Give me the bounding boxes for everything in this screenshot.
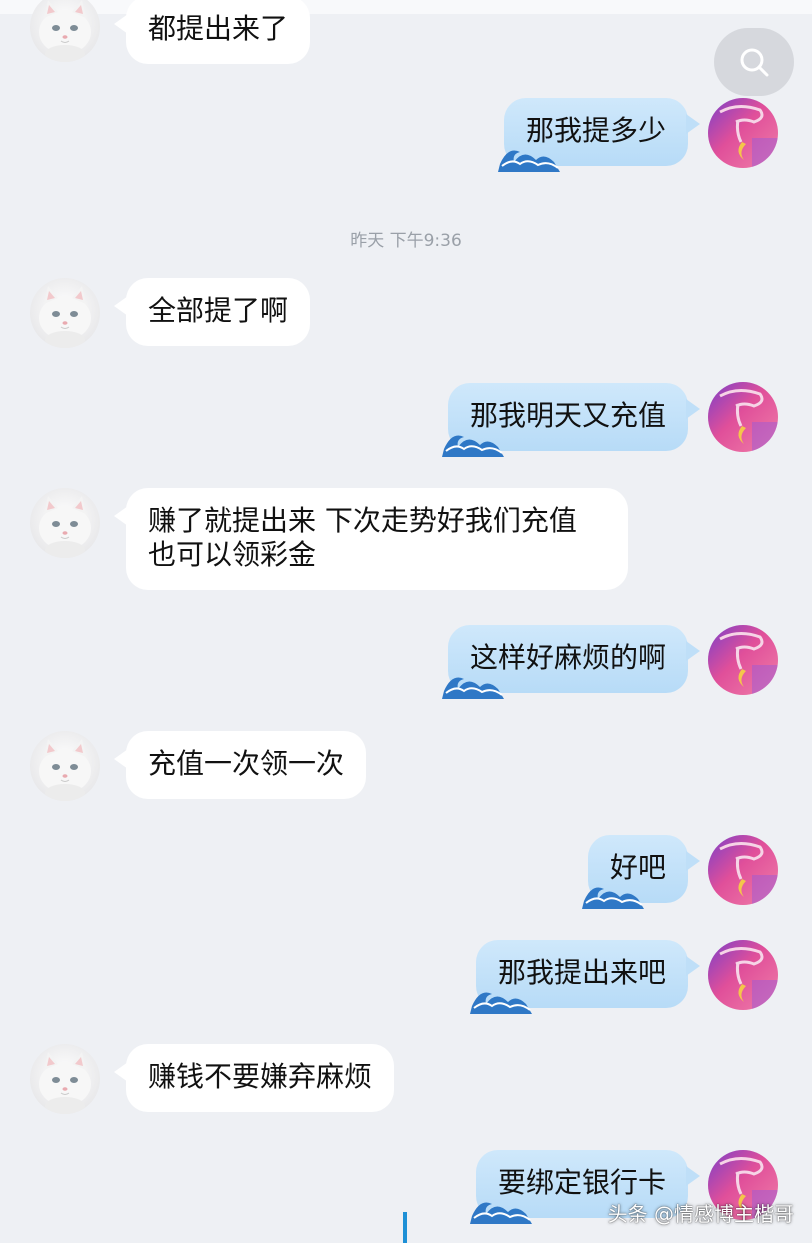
white-cat-avatar-icon: [30, 1044, 100, 1114]
search-button[interactable]: [714, 28, 794, 96]
user-avatar[interactable]: [708, 382, 778, 452]
contact-avatar[interactable]: [30, 0, 100, 62]
user-avatar[interactable]: [708, 940, 778, 1010]
message-text: 那我提出来吧: [497, 956, 666, 989]
white-cat-avatar-icon: [30, 0, 100, 62]
incoming-message-bubble[interactable]: 赚钱不要嫌弃麻烦: [113, 1044, 395, 1112]
pink-moon-hand-avatar-icon: [708, 940, 778, 1010]
message-text: 那我提多少: [525, 114, 666, 147]
pink-moon-hand-avatar-icon: [708, 382, 778, 452]
message-text: 要绑定银行卡: [497, 1166, 666, 1199]
message-text: 那我明天又充值: [469, 399, 666, 432]
outgoing-message-bubble[interactable]: 那我提多少: [497, 98, 701, 172]
input-cursor: [403, 1212, 407, 1243]
watermark: 头条 @情感博主楷哥: [607, 1202, 794, 1226]
outgoing-message-bubble[interactable]: 好吧: [581, 835, 701, 909]
incoming-message-bubble[interactable]: 充值一次领一次: [113, 731, 367, 799]
pink-moon-hand-avatar-icon: [708, 98, 778, 168]
outgoing-message-bubble[interactable]: 那我明天又充值: [441, 383, 701, 457]
incoming-message-bubble[interactable]: 全部提了啊: [113, 278, 311, 346]
pink-moon-hand-avatar-icon: [708, 835, 778, 905]
user-avatar[interactable]: [708, 835, 778, 905]
contact-avatar[interactable]: [30, 488, 100, 558]
user-avatar[interactable]: [708, 98, 778, 168]
white-cat-avatar-icon: [30, 278, 100, 348]
message-text: 这样好麻烦的啊: [469, 641, 666, 674]
search-icon: [740, 48, 769, 77]
outgoing-message-bubble[interactable]: 这样好麻烦的啊: [441, 625, 701, 699]
contact-avatar[interactable]: [30, 278, 100, 348]
message-text: 好吧: [609, 851, 666, 884]
timestamp: 昨天 下午9:36: [350, 231, 462, 251]
top-bar: [0, 0, 812, 14]
outgoing-message-bubble[interactable]: 那我提出来吧: [469, 940, 701, 1014]
white-cat-avatar-icon: [30, 488, 100, 558]
incoming-message-bubble[interactable]: 都提出来了: [113, 0, 311, 64]
incoming-message-bubble[interactable]: 赚了就提出来 下次走势好我们充值 也可以领彩金: [114, 488, 628, 590]
contact-avatar[interactable]: [30, 731, 100, 801]
pink-moon-hand-avatar-icon: [708, 625, 778, 695]
contact-avatar[interactable]: [30, 1044, 100, 1114]
user-avatar[interactable]: [708, 625, 778, 695]
chat-window: 都提出来了 那我提多少 昨天 下午9:36 全部提了啊 那我明天又充值 赚了就提…: [0, 0, 812, 1243]
white-cat-avatar-icon: [30, 731, 100, 801]
